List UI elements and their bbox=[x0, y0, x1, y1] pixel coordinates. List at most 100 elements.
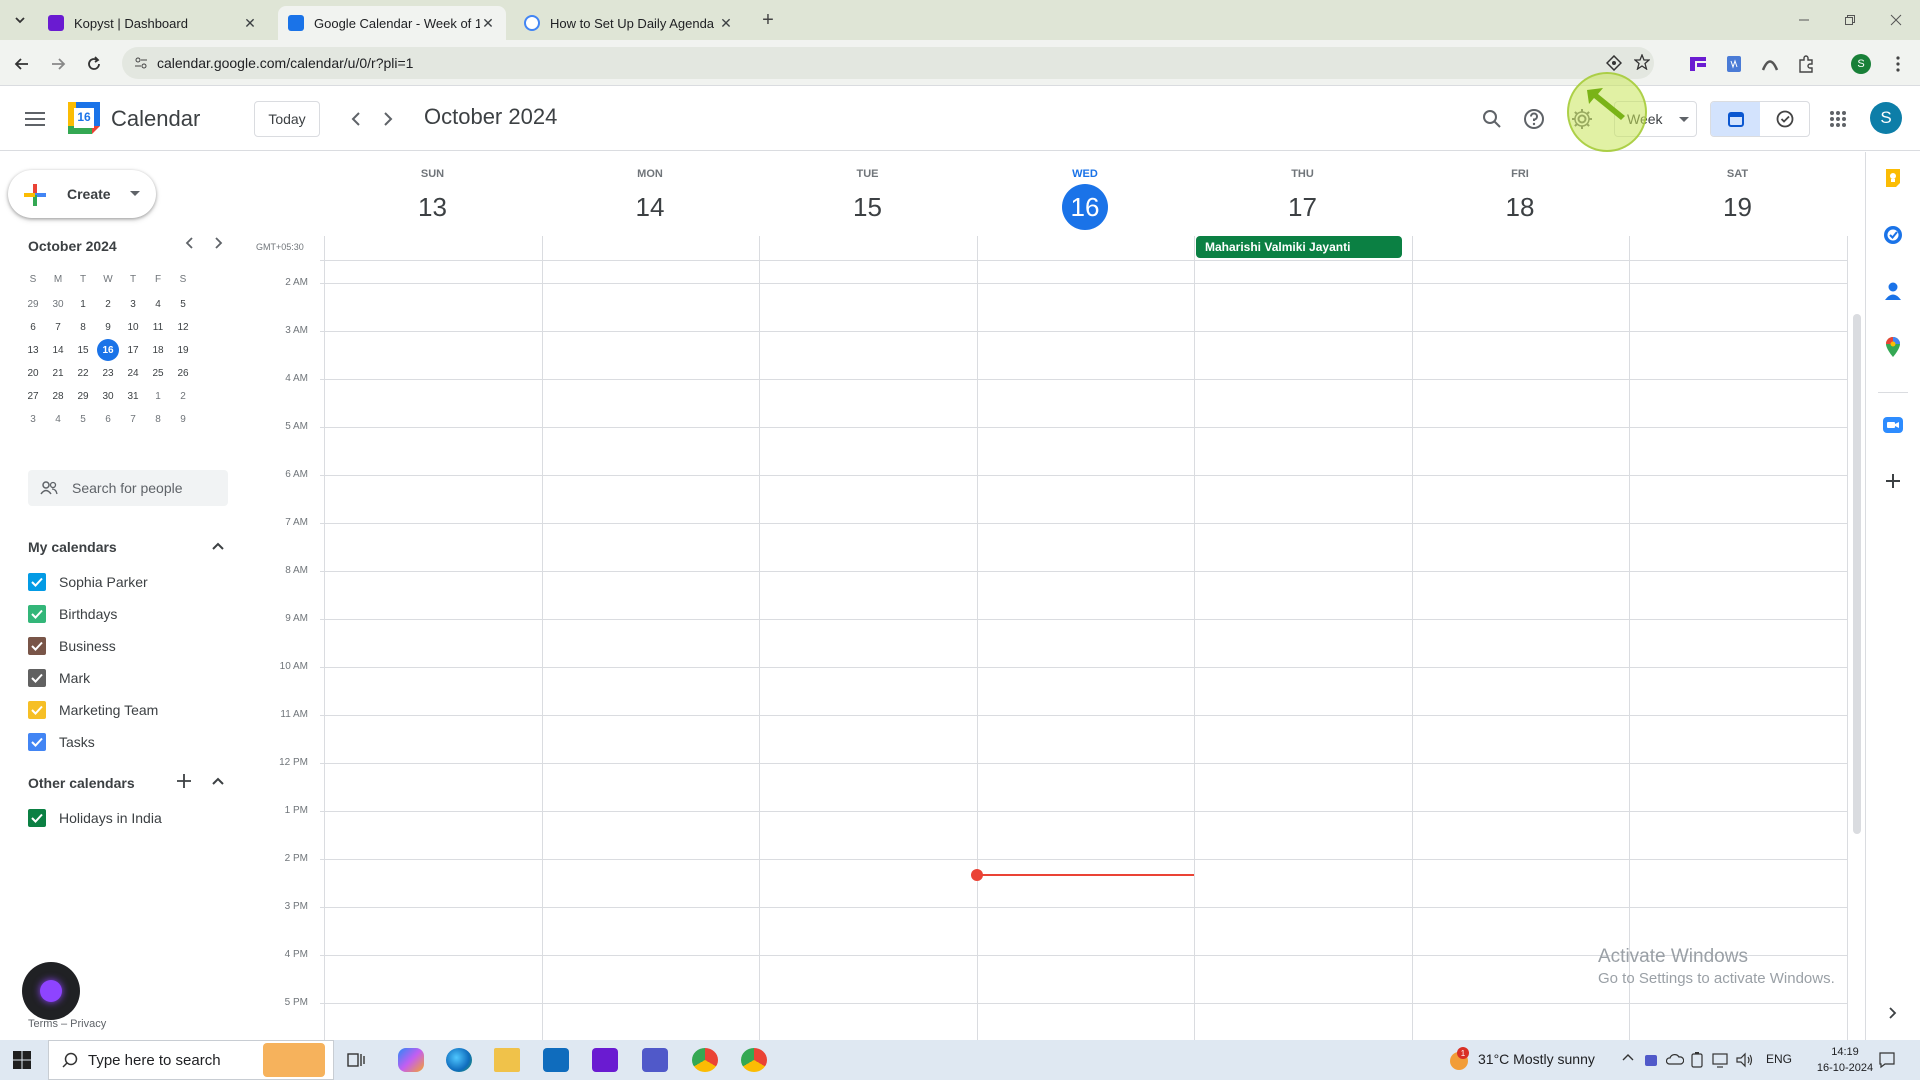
day-header-sun[interactable]: SUN 13 bbox=[324, 152, 541, 232]
calendar-item[interactable]: Birthdays bbox=[28, 602, 117, 626]
mini-calendar-day[interactable]: 23 bbox=[97, 362, 119, 384]
day-number[interactable]: 15 bbox=[845, 184, 891, 230]
taskbar-search-box[interactable]: Type here to search bbox=[48, 1040, 334, 1080]
calendar-logo-icon[interactable]: 16 bbox=[68, 102, 100, 134]
mini-calendar-day[interactable]: 4 bbox=[47, 408, 69, 430]
close-tab-icon[interactable]: ✕ bbox=[480, 15, 496, 32]
next-week-button[interactable] bbox=[368, 99, 408, 139]
day-number[interactable]: 18 bbox=[1497, 184, 1543, 230]
mini-next-month-icon[interactable] bbox=[208, 232, 230, 254]
day-header-wed[interactable]: WED 16 bbox=[977, 152, 1194, 232]
browser-menu-icon[interactable] bbox=[1886, 52, 1910, 76]
profile-avatar[interactable]: S bbox=[1849, 52, 1873, 76]
minimize-icon[interactable] bbox=[1792, 8, 1816, 32]
tasks-view-button[interactable] bbox=[1760, 102, 1809, 136]
reload-icon[interactable] bbox=[82, 52, 106, 76]
mini-calendar-day[interactable]: 22 bbox=[72, 362, 94, 384]
mini-calendar-day[interactable]: 16 bbox=[97, 339, 119, 361]
mini-calendar-day[interactable]: 31 bbox=[122, 385, 144, 407]
calendar-checkbox[interactable] bbox=[28, 637, 46, 655]
forward-icon[interactable] bbox=[46, 52, 70, 76]
chrome-icon[interactable] bbox=[692, 1048, 718, 1072]
site-info-icon[interactable] bbox=[134, 56, 148, 70]
task-view-icon[interactable] bbox=[347, 1051, 365, 1069]
language-indicator[interactable]: ENG bbox=[1766, 1052, 1792, 1066]
mini-calendar-day[interactable]: 12 bbox=[172, 316, 194, 338]
weather-text[interactable]: 31°C Mostly sunny bbox=[1478, 1051, 1595, 1067]
account-avatar[interactable]: S bbox=[1870, 102, 1902, 134]
add-other-calendar-icon[interactable] bbox=[172, 769, 196, 793]
calendar-item[interactable]: Marketing Team bbox=[28, 698, 158, 722]
calendar-item[interactable]: Sophia Parker bbox=[28, 570, 148, 594]
calendar-checkbox[interactable] bbox=[28, 701, 46, 719]
back-icon[interactable] bbox=[10, 52, 34, 76]
mini-calendar-day[interactable]: 6 bbox=[97, 408, 119, 430]
mini-calendar-day[interactable]: 29 bbox=[72, 385, 94, 407]
browser-tab-calendar[interactable]: Google Calendar - Week of 13 O ✕ bbox=[278, 6, 506, 40]
battery-icon[interactable] bbox=[1690, 1052, 1704, 1068]
tasks-icon[interactable] bbox=[1882, 224, 1904, 246]
mini-calendar-day[interactable]: 3 bbox=[122, 293, 144, 315]
terms-privacy-links[interactable]: Terms – Privacy bbox=[28, 1018, 106, 1030]
mini-calendar-day[interactable]: 30 bbox=[97, 385, 119, 407]
mini-calendar-day[interactable]: 8 bbox=[72, 316, 94, 338]
kopyst-taskbar-icon[interactable] bbox=[592, 1048, 618, 1072]
mini-calendar-day[interactable]: 28 bbox=[47, 385, 69, 407]
close-tab-icon[interactable]: ✕ bbox=[718, 15, 734, 32]
onedrive-icon[interactable] bbox=[1666, 1053, 1684, 1065]
address-bar[interactable]: calendar.google.com/calendar/u/0/r?pli=1 bbox=[122, 47, 1654, 79]
day-number[interactable]: 17 bbox=[1280, 184, 1326, 230]
mini-calendar-day[interactable]: 4 bbox=[147, 293, 169, 315]
day-header-tue[interactable]: TUE 15 bbox=[759, 152, 976, 232]
close-window-icon[interactable] bbox=[1884, 8, 1908, 32]
grid-scrollbar[interactable] bbox=[1853, 314, 1861, 834]
extensions-puzzle-icon[interactable] bbox=[1794, 52, 1818, 76]
day-header-thu[interactable]: THU 17 bbox=[1194, 152, 1411, 232]
network-icon[interactable] bbox=[1712, 1052, 1730, 1068]
mini-calendar-day[interactable]: 7 bbox=[122, 408, 144, 430]
mini-calendar-day[interactable]: 10 bbox=[122, 316, 144, 338]
mini-calendar-day[interactable]: 30 bbox=[47, 293, 69, 315]
mini-calendar-day[interactable]: 9 bbox=[97, 316, 119, 338]
help-icon[interactable] bbox=[1514, 99, 1554, 139]
mini-calendar-day[interactable]: 26 bbox=[172, 362, 194, 384]
mini-calendar-day[interactable]: 13 bbox=[22, 339, 44, 361]
calendar-checkbox[interactable] bbox=[28, 809, 46, 827]
mini-calendar-day[interactable]: 15 bbox=[72, 339, 94, 361]
mini-calendar-day[interactable]: 3 bbox=[22, 408, 44, 430]
restore-icon[interactable] bbox=[1838, 8, 1862, 32]
mini-calendar-day[interactable]: 18 bbox=[147, 339, 169, 361]
mini-calendar-day[interactable]: 25 bbox=[147, 362, 169, 384]
get-addons-plus-icon[interactable] bbox=[1882, 470, 1904, 492]
screen-recorder-button[interactable] bbox=[22, 962, 80, 1020]
mini-calendar-day[interactable]: 7 bbox=[47, 316, 69, 338]
my-calendars-title[interactable]: My calendars bbox=[28, 539, 117, 555]
calendar-checkbox[interactable] bbox=[28, 605, 46, 623]
search-people-input[interactable]: Search for people bbox=[28, 470, 228, 506]
weather-icon[interactable]: 1 bbox=[1450, 1047, 1469, 1070]
mini-calendar-day[interactable]: 8 bbox=[147, 408, 169, 430]
teams-icon[interactable] bbox=[642, 1048, 668, 1072]
day-header-sat[interactable]: SAT 19 bbox=[1629, 152, 1846, 232]
calendar-item[interactable]: Business bbox=[28, 634, 116, 658]
close-tab-icon[interactable]: ✕ bbox=[242, 15, 258, 32]
kopyst-extension-icon[interactable] bbox=[1686, 52, 1710, 76]
google-apps-icon[interactable] bbox=[1818, 99, 1858, 139]
mini-calendar-day[interactable]: 24 bbox=[122, 362, 144, 384]
day-number[interactable]: 14 bbox=[627, 184, 673, 230]
mini-calendar-day[interactable]: 20 bbox=[22, 362, 44, 384]
clock[interactable]: 14:19 16-10-2024 bbox=[1814, 1044, 1876, 1076]
maps-icon[interactable] bbox=[1882, 336, 1904, 358]
mini-calendar-day[interactable]: 1 bbox=[147, 385, 169, 407]
mini-calendar-day[interactable]: 1 bbox=[72, 293, 94, 315]
lens-icon[interactable] bbox=[1606, 55, 1622, 71]
mini-calendar-day[interactable]: 27 bbox=[22, 385, 44, 407]
teams-tray-icon[interactable] bbox=[1644, 1052, 1660, 1068]
copilot-icon[interactable] bbox=[398, 1048, 424, 1072]
calendar-checkbox[interactable] bbox=[28, 573, 46, 591]
new-tab-icon[interactable]: + bbox=[756, 8, 780, 32]
day-number[interactable]: 16 bbox=[1062, 184, 1108, 230]
other-calendars-title[interactable]: Other calendars bbox=[28, 775, 135, 791]
bookmark-star-icon[interactable] bbox=[1634, 54, 1650, 70]
notifications-icon[interactable] bbox=[1878, 1051, 1896, 1069]
